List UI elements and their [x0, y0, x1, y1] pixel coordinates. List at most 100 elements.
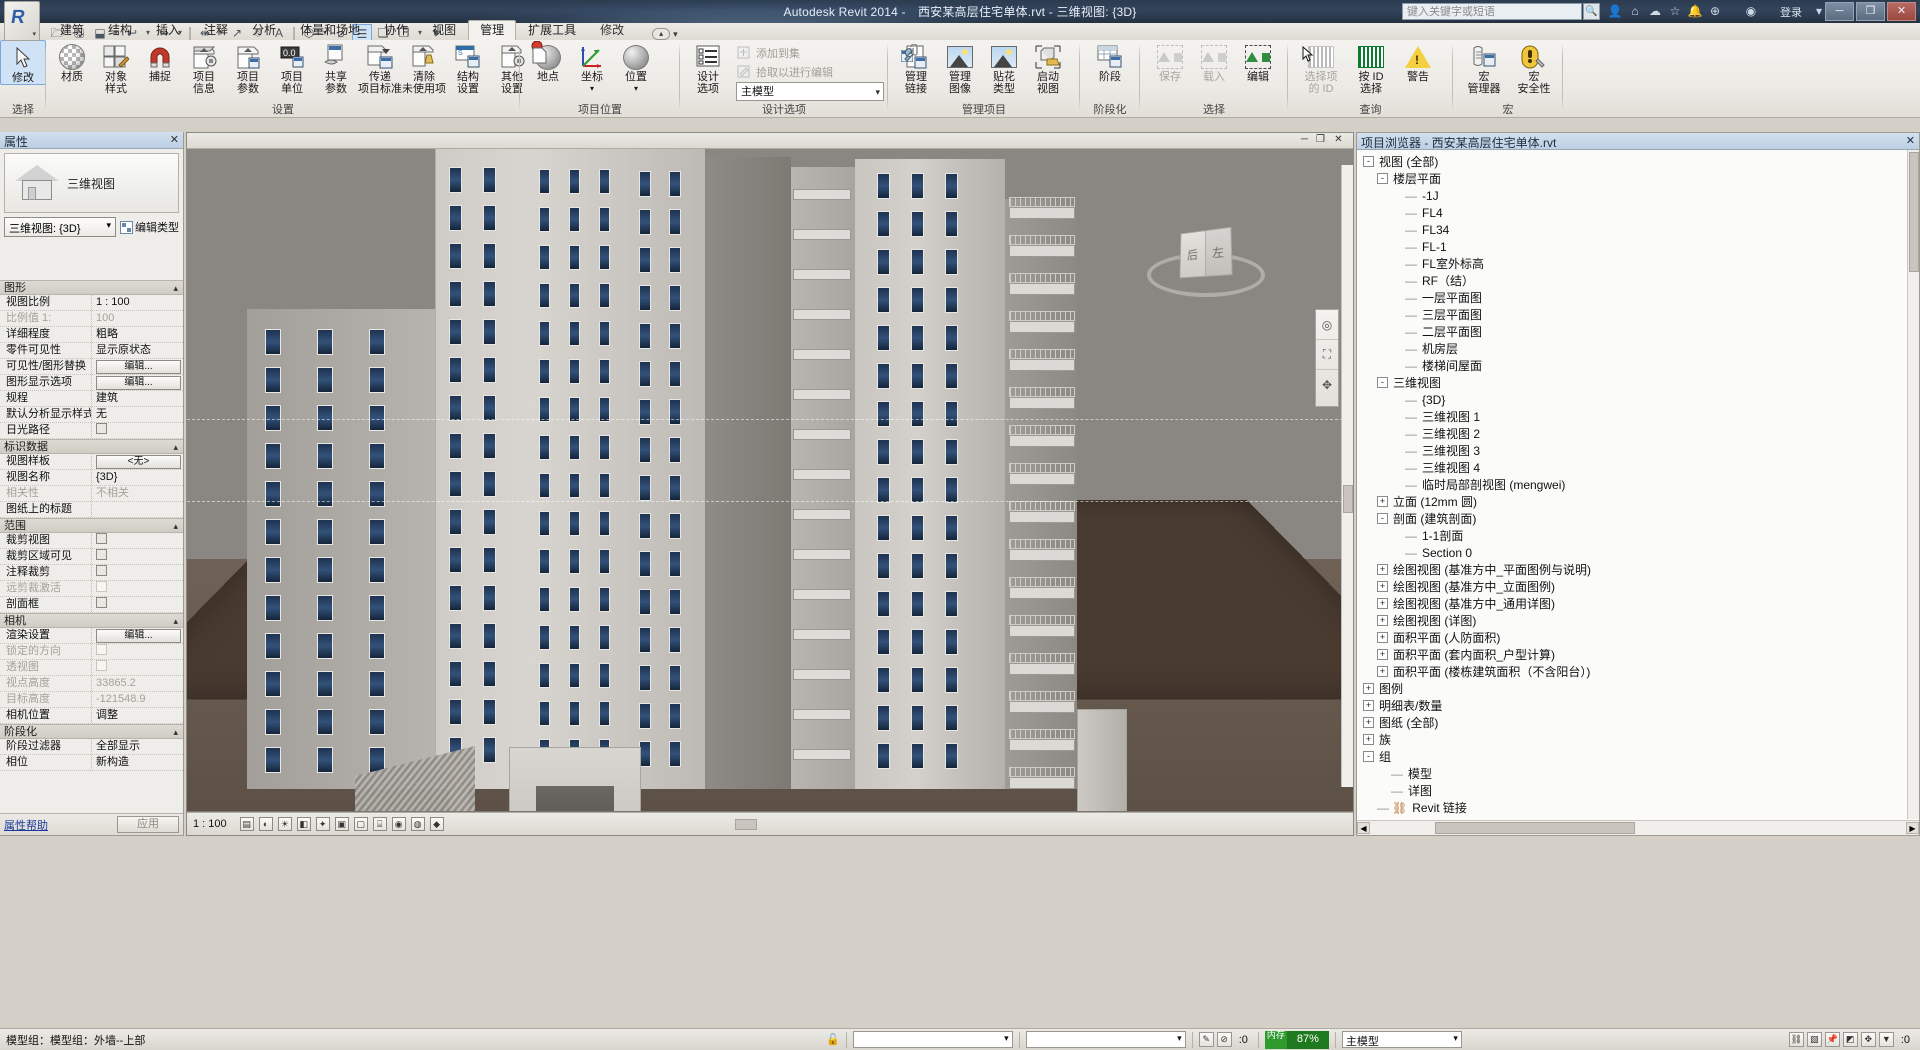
shared-parameters-button[interactable]: 共享 参数 [314, 40, 358, 95]
manage-links-button[interactable]: 管理 链接 [894, 40, 938, 95]
filter-icon[interactable]: ▼ [1879, 1032, 1894, 1047]
crop-region-visible-checkbox[interactable] [96, 549, 107, 560]
property-row[interactable]: 相位新构造 [0, 755, 183, 771]
tree-node[interactable]: +图纸 (全部) [1357, 714, 1907, 731]
tree-expander-icon[interactable]: - [1377, 173, 1388, 184]
tree-node[interactable]: +绘图视图 (基准方中_立面图例) [1357, 578, 1907, 595]
tree-expander-icon[interactable]: + [1377, 649, 1388, 660]
close-button[interactable]: ✕ [1887, 2, 1916, 21]
render-icon[interactable]: ✦ [316, 817, 330, 831]
property-value[interactable]: 显示原状态 [92, 343, 183, 358]
tab-manage[interactable]: 管理 [468, 20, 516, 40]
tree-node[interactable]: —详图 [1357, 782, 1907, 799]
star-icon[interactable]: ☆ [1666, 3, 1684, 20]
structural-settings-button[interactable]: S 结构 设置 [446, 40, 490, 95]
active-design-option-status-combo[interactable]: 主模型 [1342, 1031, 1462, 1048]
coordinates-button[interactable]: 坐标 ▾ [570, 40, 614, 95]
coordinates-chevron-icon[interactable]: ▾ [570, 83, 614, 95]
worksharing-display-icon[interactable]: ◆ [430, 817, 444, 831]
tree-expander-icon[interactable]: + [1377, 666, 1388, 677]
starting-view-button[interactable]: 启动 视图 [1026, 40, 1070, 95]
unlock-3d-view-icon[interactable]: ⌸ [373, 817, 387, 831]
property-row[interactable]: 渲染设置编辑... [0, 628, 183, 644]
property-value[interactable]: 全部显示 [92, 739, 183, 754]
ribbon-collapse-icon[interactable]: ▴ [652, 28, 670, 40]
exclude-options-icon[interactable]: ⊘ [1217, 1032, 1232, 1047]
scrollbar-thumb[interactable] [1909, 152, 1919, 272]
scrollbar-thumb[interactable] [1435, 822, 1635, 834]
chevron-up-icon[interactable]: ▴ [173, 519, 178, 533]
select-underlay-icon[interactable]: ▧ [1807, 1032, 1822, 1047]
snaps-button[interactable]: 捕捉 [138, 40, 182, 83]
close-icon[interactable]: ✕ [1906, 134, 1915, 147]
pick-to-edit-button[interactable]: 拾取以进行编辑 [736, 63, 884, 80]
edit-selection-button[interactable]: 编辑 [1236, 40, 1280, 83]
property-row[interactable]: 可见性/图形替换编辑... [0, 359, 183, 375]
edit-type-button[interactable]: 编辑类型 [120, 219, 179, 235]
property-row[interactable]: 规程建筑 [0, 391, 183, 407]
close-icon[interactable]: ✕ [170, 133, 179, 146]
scrollbar-thumb[interactable] [1343, 485, 1353, 513]
view-cube-face-back[interactable]: 后 [1180, 231, 1204, 277]
tab-modify[interactable]: 修改 [588, 20, 636, 40]
tree-node[interactable]: —FL34 [1357, 221, 1907, 238]
property-row[interactable]: 零件可见性显示原状态 [0, 343, 183, 359]
tree-node[interactable]: —1-1剖面 [1357, 527, 1907, 544]
tree-node[interactable]: —Section 0 [1357, 544, 1907, 561]
tree-node[interactable]: +族 [1357, 731, 1907, 748]
property-row[interactable]: 图纸上的标题 [0, 502, 183, 518]
select-by-id-button[interactable]: 按 ID 选择 [1346, 40, 1396, 95]
tab-analyze[interactable]: 分析 [240, 20, 288, 40]
tab-extensions[interactable]: 扩展工具 [516, 20, 588, 40]
tree-node[interactable]: —三维视图 2 [1357, 425, 1907, 442]
section-box-checkbox[interactable] [96, 597, 107, 608]
view-close-button[interactable]: ✕ [1332, 134, 1345, 147]
detail-level-icon[interactable]: ▤ [240, 817, 254, 831]
property-row[interactable]: 阶段过滤器全部显示 [0, 739, 183, 755]
property-group-extents[interactable]: 范围▴ [0, 518, 183, 533]
tree-node[interactable]: +绘图视图 (基准方中_通用详图) [1357, 595, 1907, 612]
design-option-combo[interactable] [1026, 1031, 1186, 1048]
pan-icon[interactable]: ✥ [1316, 370, 1338, 400]
tree-node[interactable]: +面积平面 (楼栋建筑面积（不含阳台）) [1357, 663, 1907, 680]
tab-collaborate[interactable]: 协作 [372, 20, 420, 40]
browser-vertical-scrollbar[interactable] [1907, 150, 1919, 819]
property-value[interactable]: 无 [92, 407, 183, 422]
property-row[interactable]: 视图比例1 : 100 [0, 295, 183, 311]
application-menu-button[interactable]: R ▾ [4, 1, 40, 41]
select-by-face-icon[interactable]: ◩ [1843, 1032, 1858, 1047]
tree-node[interactable]: +明细表/数量 [1357, 697, 1907, 714]
ribbon-expander[interactable]: ▴▾ [652, 28, 678, 40]
position-button[interactable]: 位置 ▾ [614, 40, 658, 95]
property-row[interactable]: 图形显示选项编辑... [0, 375, 183, 391]
property-row[interactable]: 视图样板<无> [0, 454, 183, 470]
macro-security-button[interactable]: 宏 安全性 [1509, 40, 1559, 95]
chevron-up-icon[interactable]: ▴ [173, 725, 178, 739]
property-value[interactable]: 新构造 [92, 755, 183, 770]
tree-node[interactable]: -组 [1357, 748, 1907, 765]
infocenter-icon[interactable]: ☁ [1646, 3, 1664, 20]
scroll-left-icon[interactable]: ◀ [1357, 822, 1370, 834]
chevron-up-icon[interactable]: ▴ [173, 281, 178, 295]
design-options-button[interactable]: 设计 选项 [686, 40, 730, 95]
property-row[interactable]: 注释裁剪 [0, 565, 183, 581]
tree-expander-icon[interactable]: - [1363, 156, 1374, 167]
macro-manager-button[interactable]: 宏 管理器 [1459, 40, 1509, 95]
position-chevron-icon[interactable]: ▾ [614, 83, 658, 95]
sun-path-checkbox[interactable] [96, 423, 107, 434]
property-value[interactable]: 调整 [92, 708, 183, 723]
apply-button[interactable]: 应用 [117, 816, 179, 833]
tree-expander-icon[interactable]: + [1363, 717, 1374, 728]
view-vertical-scrollbar[interactable] [1341, 165, 1353, 787]
tree-node[interactable]: +面积平面 (套内面积_户型计算) [1357, 646, 1907, 663]
tab-massing-site[interactable]: 体量和场地 [288, 20, 372, 40]
property-row[interactable]: 视图名称{3D} [0, 470, 183, 486]
purge-unused-button[interactable]: 清除 未使用项 [402, 40, 446, 95]
view-cube-body[interactable]: 后 左 [1179, 227, 1232, 279]
type-selector-dropdown[interactable]: 三维视图: {3D} [4, 217, 116, 237]
sun-path-icon[interactable]: ☀ [278, 817, 292, 831]
tree-node[interactable]: —三维视图 4 [1357, 459, 1907, 476]
reveal-hidden-elements-icon[interactable]: ◍ [411, 817, 425, 831]
temporary-hide-isolate-icon[interactable]: ◉ [392, 817, 406, 831]
warnings-button[interactable]: 警告 [1396, 40, 1440, 83]
